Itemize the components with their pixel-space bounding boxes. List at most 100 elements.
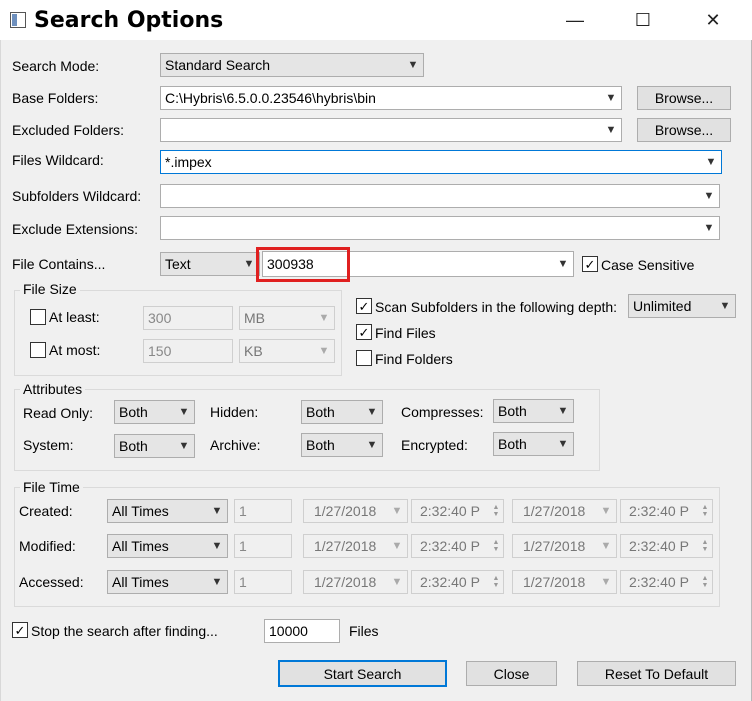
exclude-extensions-combo[interactable]: ▼ xyxy=(160,216,720,240)
modified-time1-value: 2:32:40 P xyxy=(420,538,480,554)
archive-select[interactable]: Both ▼ xyxy=(301,433,383,457)
close-button[interactable]: Close xyxy=(466,661,557,686)
checkmark-icon: ✓ xyxy=(358,298,370,314)
base-folders-combo[interactable]: C:\Hybris\6.5.0.0.23546\hybris\bin ▼ xyxy=(160,86,622,110)
search-mode-label: Search Mode: xyxy=(12,58,100,74)
compresses-select[interactable]: Both ▼ xyxy=(493,399,574,423)
spinner-arrows-icon: ▲ ▼ xyxy=(492,575,500,589)
created-date2-picker[interactable]: 1/27/2018 ▼ xyxy=(512,499,617,523)
chevron-down-icon: ▼ xyxy=(318,312,330,324)
maximize-button[interactable]: ☐ xyxy=(620,4,666,36)
at-least-checkbox[interactable] xyxy=(30,309,46,325)
modified-date2-picker[interactable]: 1/27/2018 ▼ xyxy=(512,534,617,558)
read-only-value: Both xyxy=(119,404,148,420)
excluded-folders-label: Excluded Folders: xyxy=(12,122,125,138)
at-most-unit-select[interactable]: KB ▼ xyxy=(239,339,335,363)
files-wildcard-label: Files Wildcard: xyxy=(12,152,104,168)
base-folders-value: C:\Hybris\6.5.0.0.23546\hybris\bin xyxy=(165,90,376,106)
subfolders-wildcard-combo[interactable]: ▼ xyxy=(160,184,720,208)
search-mode-select[interactable]: Standard Search ▼ xyxy=(160,53,424,77)
checkmark-icon: ✓ xyxy=(584,256,596,272)
modified-date2-value: 1/27/2018 xyxy=(523,538,586,554)
system-select[interactable]: Both ▼ xyxy=(114,434,195,458)
created-time1-spinner[interactable]: 2:32:40 P ▲ ▼ xyxy=(411,499,504,523)
subfolders-wildcard-label: Subfolders Wildcard: xyxy=(12,188,142,204)
file-time-row-label: Accessed: xyxy=(19,574,84,590)
at-most-input[interactable]: 150 xyxy=(143,339,233,363)
modified-date1-picker[interactable]: 1/27/2018 ▼ xyxy=(303,534,408,558)
system-label: System: xyxy=(23,437,74,453)
find-folders-checkbox[interactable] xyxy=(356,350,372,366)
file-time-title: File Time xyxy=(20,479,83,495)
chevron-down-icon: ▼ xyxy=(703,222,715,234)
hidden-value: Both xyxy=(306,404,335,420)
encrypted-select[interactable]: Both ▼ xyxy=(493,432,574,456)
stop-search-label: Stop the search after finding... xyxy=(31,623,218,639)
file-contains-type-select[interactable]: Text ▼ xyxy=(160,252,260,276)
file-contains-type-value: Text xyxy=(165,256,191,272)
browse-excluded-folders-button[interactable]: Browse... xyxy=(637,118,731,142)
find-files-checkbox[interactable]: ✓ xyxy=(356,324,372,340)
accessed-date1-picker[interactable]: 1/27/2018 ▼ xyxy=(303,570,408,594)
file-size-title: File Size xyxy=(20,281,80,297)
archive-value: Both xyxy=(306,437,335,453)
modified-time2-spinner[interactable]: 2:32:40 P ▲ ▼ xyxy=(620,534,713,558)
close-window-button[interactable]: ✕ xyxy=(690,4,736,36)
stop-search-count-input[interactable]: 10000 xyxy=(264,619,340,643)
files-wildcard-value: *.impex xyxy=(165,154,212,170)
spinner-arrows-icon: ▲ ▼ xyxy=(701,539,709,553)
accessed-mode-value: All Times xyxy=(112,574,169,590)
at-most-unit-value: KB xyxy=(244,343,263,359)
created-date2-value: 1/27/2018 xyxy=(523,503,586,519)
at-most-checkbox[interactable] xyxy=(30,342,46,358)
modified-num-input[interactable]: 1 xyxy=(234,534,292,558)
browse-base-folders-button[interactable]: Browse... xyxy=(637,86,731,110)
accessed-date1-value: 1/27/2018 xyxy=(314,574,377,590)
search-mode-value: Standard Search xyxy=(165,57,271,73)
accessed-date2-picker[interactable]: 1/27/2018 ▼ xyxy=(512,570,617,594)
compresses-value: Both xyxy=(498,403,527,419)
reset-to-default-button[interactable]: Reset To Default xyxy=(577,661,736,686)
at-least-label: At least: xyxy=(49,309,100,325)
files-suffix-label: Files xyxy=(349,623,379,639)
base-folders-label: Base Folders: xyxy=(12,90,99,106)
modified-time1-spinner[interactable]: 2:32:40 P ▲ ▼ xyxy=(411,534,504,558)
file-time-row-label: Modified: xyxy=(19,538,76,554)
created-date1-picker[interactable]: 1/27/2018 ▼ xyxy=(303,499,408,523)
archive-label: Archive: xyxy=(210,437,261,453)
chevron-down-icon: ▼ xyxy=(600,576,612,588)
depth-select[interactable]: Unlimited ▼ xyxy=(628,294,736,318)
accessed-time2-value: 2:32:40 P xyxy=(629,574,689,590)
accessed-num-input[interactable]: 1 xyxy=(234,570,292,594)
read-only-label: Read Only: xyxy=(23,405,94,421)
at-least-input[interactable]: 300 xyxy=(143,306,233,330)
chevron-down-icon: ▼ xyxy=(407,59,419,71)
hidden-select[interactable]: Both ▼ xyxy=(301,400,383,424)
window-title: Search Options xyxy=(34,8,224,33)
accessed-mode-select[interactable]: All Times ▼ xyxy=(107,570,228,594)
chevron-down-icon: ▼ xyxy=(391,505,403,517)
accessed-time1-spinner[interactable]: 2:32:40 P ▲ ▼ xyxy=(411,570,504,594)
chevron-down-icon: ▼ xyxy=(600,540,612,552)
accessed-time2-spinner[interactable]: 2:32:40 P ▲ ▼ xyxy=(620,570,713,594)
scan-subfolders-checkbox[interactable]: ✓ xyxy=(356,298,372,314)
created-num-input[interactable]: 1 xyxy=(234,499,292,523)
read-only-select[interactable]: Both ▼ xyxy=(114,400,195,424)
chevron-down-icon: ▼ xyxy=(211,505,223,517)
created-mode-select[interactable]: All Times ▼ xyxy=(107,499,228,523)
attributes-title: Attributes xyxy=(20,381,86,397)
minimize-button[interactable]: — xyxy=(552,4,598,36)
scan-subfolders-label: Scan Subfolders in the following depth: xyxy=(375,299,618,315)
created-time2-spinner[interactable]: 2:32:40 P ▲ ▼ xyxy=(620,499,713,523)
at-least-unit-select[interactable]: MB ▼ xyxy=(239,306,335,330)
encrypted-label: Encrypted: xyxy=(401,437,468,453)
modified-mode-select[interactable]: All Times ▼ xyxy=(107,534,228,558)
start-search-button[interactable]: Start Search xyxy=(278,660,447,687)
stop-search-checkbox[interactable]: ✓ xyxy=(12,622,28,638)
excluded-folders-combo[interactable]: ▼ xyxy=(160,118,622,142)
exclude-extensions-label: Exclude Extensions: xyxy=(12,221,139,237)
case-sensitive-checkbox[interactable]: ✓ xyxy=(582,256,598,272)
modified-mode-value: All Times xyxy=(112,538,169,554)
files-wildcard-combo[interactable]: *.impex ▼ xyxy=(160,150,722,174)
highlight-box xyxy=(256,247,350,282)
